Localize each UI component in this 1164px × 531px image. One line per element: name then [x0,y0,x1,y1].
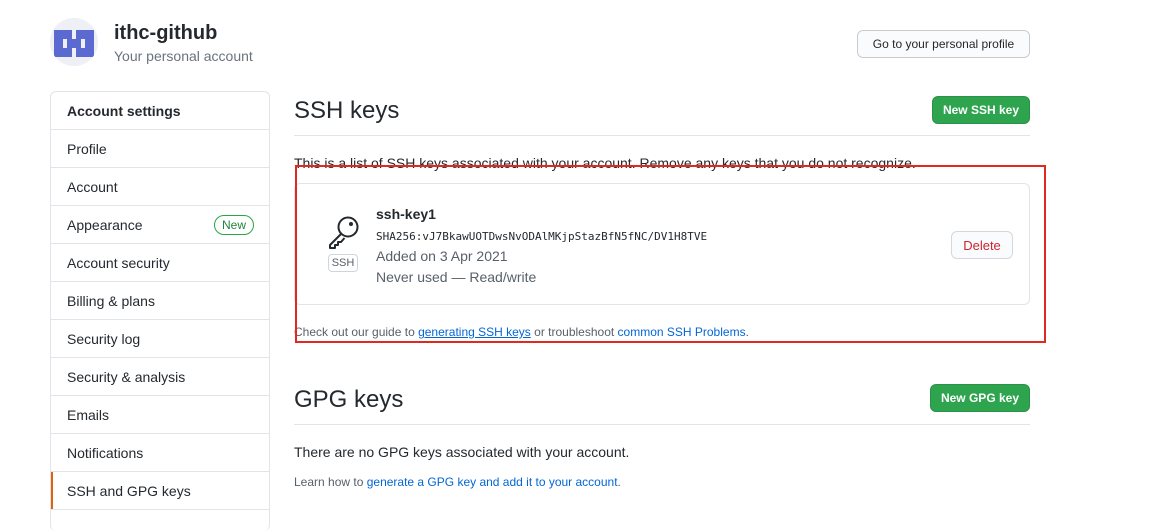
settings-sidebar: Account settings Profile Account Appeara… [50,91,270,531]
generate-gpg-key-link[interactable]: generate a GPG key and add it to your ac… [367,475,618,489]
sidebar-item-notifications[interactable]: Notifications [51,434,269,472]
identicon-icon [50,18,98,66]
sidebar-item-ssh-gpg-keys[interactable]: SSH and GPG keys [51,472,269,510]
delete-ssh-key-button[interactable]: Delete [951,231,1013,259]
ssh-type-badge: SSH [328,254,358,272]
sidebar-header: Account settings [51,92,269,130]
sidebar-item-label: Security & analysis [67,368,186,385]
ssh-key-name: ssh-key1 [376,206,436,222]
gpg-section-divider [294,424,1030,425]
sidebar-item-label: SSH and GPG keys [67,482,191,499]
sidebar-item-label: Billing & plans [67,292,155,309]
ssh-section-divider [294,135,1030,136]
go-to-profile-button[interactable]: Go to your personal profile [857,30,1030,58]
ssh-key-item [294,183,1030,305]
ssh-description: This is a list of SSH keys associated wi… [294,155,916,171]
ssh-key-added-date: Added on 3 Apr 2021 [376,248,508,264]
sidebar-item-account[interactable]: Account [51,168,269,206]
ssh-guide-prefix: Check out our guide to [294,325,419,339]
generating-ssh-keys-link[interactable]: generating SSH keys [418,325,531,339]
sidebar-item-label: Account [67,178,118,195]
ssh-key-usage: Never used — Read/write [376,269,537,285]
gpg-learn-suffix: . [617,475,621,489]
sidebar-item-appearance[interactable]: Appearance New [51,206,269,244]
sidebar-item-security-log[interactable]: Security log [51,320,269,358]
gpg-learn-prefix: Learn how to [294,475,367,489]
gpg-learn-text: Learn how to generate a GPG key and add … [294,475,621,489]
sidebar-item-label: Appearance [67,216,143,233]
ssh-guide-suffix: . [745,325,749,339]
sidebar-item-label: Account security [67,254,170,271]
gpg-keys-title: GPG keys [294,386,404,413]
account-name[interactable]: ithc-github [114,22,217,45]
ssh-guide-text: Check out our guide to generating SSH ke… [294,325,749,339]
sidebar-item-profile[interactable]: Profile [51,130,269,168]
account-subtitle: Your personal account [114,48,253,64]
sidebar-item-emails[interactable]: Emails [51,396,269,434]
sidebar-item-label: Security log [67,330,141,347]
sidebar-item-label: Emails [67,406,110,423]
gpg-empty-text: There are no GPG keys associated with yo… [294,444,630,460]
avatar[interactable] [50,18,98,66]
ssh-guide-middle: or troubleshoot [530,325,618,339]
key-icon [329,216,359,249]
sidebar-item-billing[interactable]: Billing & plans [51,282,269,320]
new-gpg-key-button[interactable]: New GPG key [930,384,1030,412]
sidebar-item-label: Profile [67,140,107,157]
sidebar-item-label: Notifications [67,444,144,461]
sidebar-item-security-analysis[interactable]: Security & analysis [51,358,269,396]
new-badge: New [213,215,254,235]
ssh-key-fingerprint: SHA256:vJ7BkawUOTDwsNvODAlMKjpStazBfN5fN… [376,230,708,243]
ssh-keys-title: SSH keys [294,97,400,124]
common-ssh-problems-link[interactable]: common SSH Problems [618,325,746,339]
new-ssh-key-button[interactable]: New SSH key [932,96,1030,124]
sidebar-item-account-security[interactable]: Account security [51,244,269,282]
